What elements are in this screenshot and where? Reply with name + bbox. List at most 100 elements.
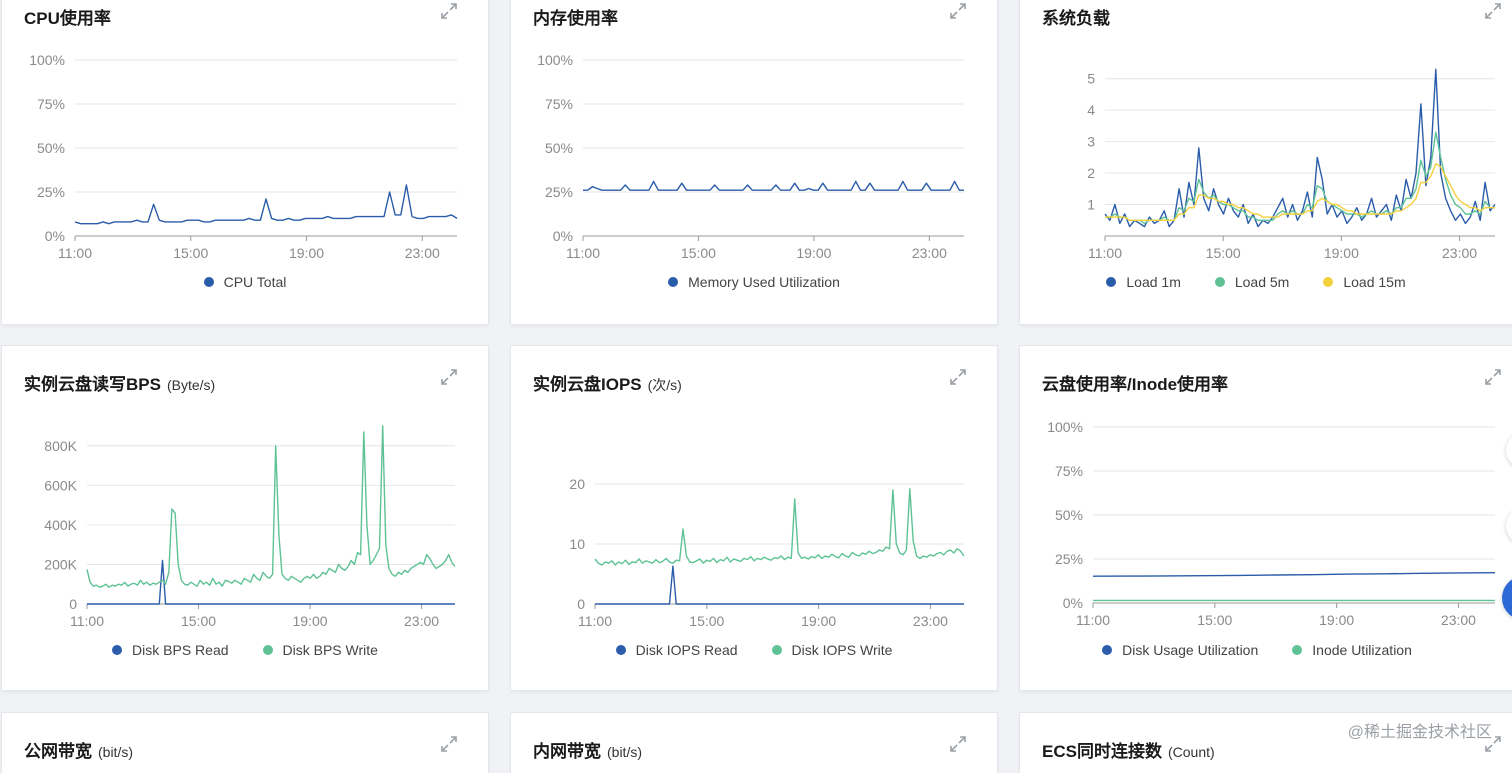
card-title: 内网带宽 (bit/s) [533, 742, 642, 761]
legend-label: Disk IOPS Write [791, 642, 893, 658]
expand-icon[interactable] [440, 735, 458, 753]
x-tick-label: 23:00 [912, 245, 947, 261]
x-tick-label: 19:00 [796, 245, 831, 261]
memory-card: 内存使用率 100% 75% 50% 25% 0% 11:00 15:00 19:00 23:0… [511, 0, 997, 324]
y-tick-label: 200K [44, 556, 77, 572]
legend-label: Load 1m [1126, 274, 1181, 290]
y-tick-label: 100% [29, 52, 65, 68]
y-tick-label: 100% [537, 52, 573, 68]
legend-dot-icon [112, 645, 123, 655]
series-line [1092, 572, 1496, 577]
x-tick-label: 19:00 [801, 613, 836, 629]
disk-usage-chart: 100% 75% 50% 25% 0%11:00 15:00 19:00 23:00 [1047, 419, 1496, 628]
legend-item[interactable]: Disk IOPS Write [771, 642, 893, 658]
y-tick-label: 1 [1087, 197, 1095, 213]
legend-dot-icon [1323, 277, 1334, 287]
series-line [86, 425, 456, 588]
legend-dot-icon [668, 277, 679, 287]
legend: Disk Usage Utilization Inode Utilization [1020, 642, 1512, 658]
x-tick-label: 19:00 [1324, 245, 1359, 261]
y-tick-label: 100% [1047, 419, 1083, 435]
legend-item[interactable]: Load 15m [1323, 274, 1406, 290]
series-line [595, 565, 964, 605]
x-tick-label: 15:00 [681, 245, 716, 261]
legend-item[interactable]: Disk IOPS Read [615, 642, 738, 658]
legend-label: Disk Usage Utilization [1122, 642, 1259, 658]
x-tick-label: 23:00 [404, 613, 439, 629]
x-tick-label: 23:00 [1442, 245, 1477, 261]
y-tick-label: 20 [569, 476, 585, 492]
series-line [1105, 131, 1495, 225]
y-tick-label: 10 [569, 536, 585, 552]
iops-chart: 20 10 011:00 15:00 19:00 23:00 [569, 476, 965, 629]
legend-dot-icon [1106, 277, 1117, 287]
x-tick-label: 15:00 [181, 613, 216, 629]
y-tick-label: 25% [545, 184, 573, 200]
legend-item[interactable]: Disk BPS Write [262, 642, 378, 658]
legend-item[interactable]: Load 1m [1106, 274, 1181, 290]
public-bandwidth-card: 公网带宽 (bit/s) [2, 713, 488, 773]
x-tick-label: 11:00 [70, 613, 104, 629]
y-tick-label: 50% [1055, 507, 1083, 523]
x-tick-label: 19:00 [293, 613, 328, 629]
legend-item[interactable]: Disk BPS Read [112, 642, 229, 658]
card-title: ECS同时连接数 (Count) [1042, 742, 1215, 761]
y-tick-label: 25% [1055, 551, 1083, 567]
y-tick-label: 50% [37, 140, 65, 156]
y-tick-label: 75% [545, 96, 573, 112]
legend-label: Disk BPS Write [282, 642, 378, 658]
y-tick-label: 4 [1087, 102, 1095, 118]
expand-icon[interactable] [949, 735, 967, 753]
x-tick-label: 15:00 [689, 613, 724, 629]
y-tick-label: 0% [45, 228, 65, 244]
watermark: @稀土掘金技术社区 [1347, 724, 1492, 741]
x-tick-label: 23:00 [1441, 612, 1476, 628]
x-tick-label: 15:00 [1206, 245, 1241, 261]
series-line [74, 184, 458, 225]
y-tick-label: 5 [1087, 71, 1095, 87]
legend-item[interactable]: Disk Usage Utilization [1102, 642, 1258, 658]
load-card: 系统负载 5 4 3 2 1 11:00 15:00 19:00 23:00 Load 1m Lo… [1020, 0, 1512, 324]
legend-label: Load 15m [1343, 274, 1406, 290]
y-tick-label: 0 [69, 596, 77, 612]
y-tick-label: 3 [1087, 134, 1095, 150]
y-tick-label: 50% [545, 140, 573, 156]
x-tick-label: 11:00 [1076, 612, 1110, 628]
x-tick-label: 23:00 [405, 245, 440, 261]
x-tick-label: 15:00 [173, 245, 208, 261]
legend-item[interactable]: CPU Total [203, 274, 287, 290]
legend-dot-icon [1292, 645, 1303, 655]
series-line [583, 180, 964, 191]
bps-chart: 800K 600K 400K 200K 011:00 15:00 19:00 23:00 [44, 425, 456, 629]
x-tick-label: 23:00 [913, 613, 948, 629]
series-line [1104, 68, 1496, 228]
legend: Load 1m Load 5m Load 15m [1020, 274, 1512, 290]
y-tick-label: 400K [44, 517, 77, 533]
legend-item[interactable]: Inode Utilization [1292, 642, 1412, 658]
disk-usage-card: 云盘使用率/Inode使用率 100% 75% 50% 25% 0% 11:00 15:00… [1020, 346, 1512, 690]
series-line [594, 488, 965, 566]
legend-label: Inode Utilization [1312, 642, 1412, 658]
card-title: 公网带宽 (bit/s) [24, 742, 133, 761]
x-tick-label: 19:00 [289, 245, 324, 261]
iops-card: 实例云盘IOPS (次/s) 20 10 0 11:00 15:00 19:00 23:00 … [511, 346, 997, 690]
y-tick-label: 0% [553, 228, 573, 244]
cpu-card: CPU使用率 100% 75% 50% 25% 0% 11:00 15:00 19:00 23:… [2, 0, 488, 324]
legend-dot-icon [615, 645, 626, 655]
private-bandwidth-card: 内网带宽 (bit/s) [511, 713, 997, 773]
legend-dot-icon [1102, 645, 1113, 655]
legend: Disk BPS Read Disk BPS Write [2, 642, 488, 658]
legend-label: Disk BPS Read [132, 642, 229, 658]
x-tick-label: 15:00 [1197, 612, 1232, 628]
legend-label: CPU Total [223, 274, 287, 290]
legend-item[interactable]: Memory Used Utilization [668, 274, 840, 290]
legend-item[interactable]: Load 5m [1214, 274, 1289, 290]
y-tick-label: 2 [1087, 165, 1095, 181]
legend: Memory Used Utilization [511, 274, 997, 290]
legend-label: Memory Used Utilization [688, 274, 840, 290]
legend-dot-icon [262, 645, 273, 655]
y-tick-label: 0 [577, 596, 585, 612]
y-tick-label: 800K [44, 438, 77, 454]
x-tick-label: 11:00 [58, 245, 92, 261]
y-tick-label: 75% [37, 96, 65, 112]
